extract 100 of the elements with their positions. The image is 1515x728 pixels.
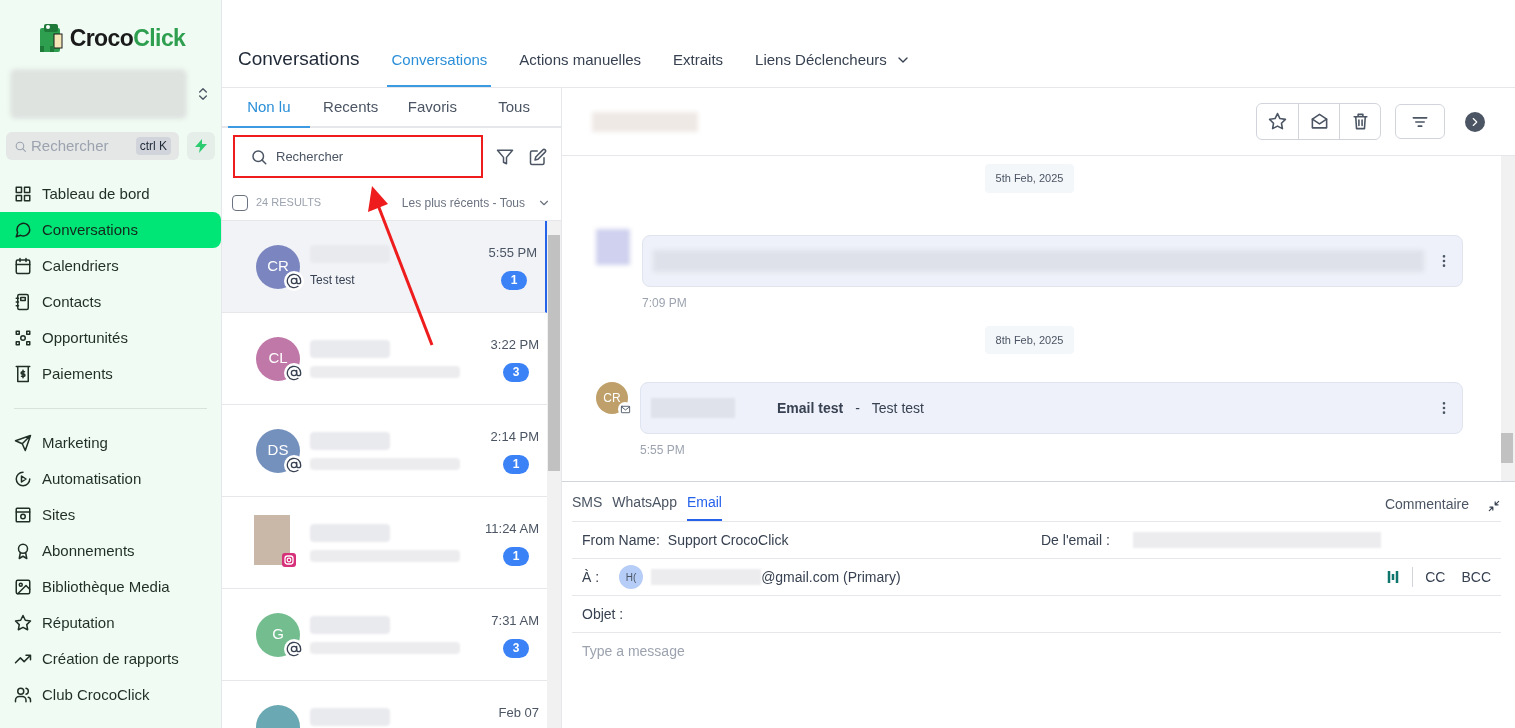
sidebar-item[interactable]: Club CrocoClick <box>0 677 221 713</box>
search-icon <box>250 147 268 166</box>
date-separator: 8th Feb, 2025 <box>984 325 1075 354</box>
scrollbar[interactable] <box>547 221 561 728</box>
message-time: 7:31 AM <box>491 612 539 630</box>
list-tab[interactable]: Recents <box>309 88 392 128</box>
sidebar-item[interactable]: Sites <box>0 497 221 533</box>
composer-tab[interactable]: WhatsApp <box>612 492 677 521</box>
unread-count: 1 <box>503 546 529 566</box>
message-input[interactable]: Type a message <box>572 641 1501 728</box>
image-icon <box>14 578 32 596</box>
unread-count: 3 <box>503 638 529 658</box>
list-tab[interactable]: Non lu <box>228 88 310 128</box>
shortcut-hint: ctrl K <box>135 137 171 155</box>
sidebar-item[interactable]: Opportunités <box>0 320 221 356</box>
email-subject: Email test <box>777 398 844 418</box>
sidebar-item[interactable]: Abonnements <box>0 533 221 569</box>
search-icon <box>14 139 27 153</box>
select-all-checkbox[interactable] <box>232 194 248 211</box>
page-title: Conversations <box>238 46 360 71</box>
sort-button[interactable] <box>1395 104 1445 139</box>
search-input[interactable]: Rechercher <box>31 134 132 158</box>
message-time: 2:14 PM <box>490 428 539 446</box>
field-label: From Name: <box>582 530 660 550</box>
paper-plane-icon <box>14 434 32 452</box>
notebook-icon <box>14 293 32 311</box>
message-time: 3:22 PM <box>490 336 539 354</box>
search-input[interactable]: Rechercher <box>276 146 466 167</box>
users-icon <box>14 686 32 704</box>
sidebar-item[interactable]: Tableau de bord <box>0 176 221 212</box>
header-tab[interactable]: Conversations <box>387 48 492 87</box>
photo-placeholder <box>254 514 290 565</box>
lightning-icon <box>195 139 207 153</box>
comment-tab[interactable]: Commentaire <box>1384 494 1469 521</box>
subject-separator: - <box>855 398 860 418</box>
cc-button[interactable]: CC <box>1425 566 1446 588</box>
nodes-icon <box>14 329 32 347</box>
message-time: 5:55 PM <box>640 442 686 459</box>
bars-icon <box>1386 569 1401 585</box>
from-name-value: Support CrocoClick <box>667 530 789 550</box>
star-icon <box>14 614 32 632</box>
avatar: CR <box>596 382 628 414</box>
message-time: 5:55 PM <box>488 244 537 262</box>
receipt-icon <box>14 365 32 383</box>
at-sign-icon <box>286 640 302 657</box>
photo-placeholder <box>596 228 630 265</box>
grid-icon <box>14 185 32 203</box>
message-time: 11:24 AM <box>485 520 539 538</box>
browser-window-icon <box>14 506 32 524</box>
composer-tab[interactable]: SMS <box>572 492 603 521</box>
message-preview: Test test <box>310 271 356 289</box>
sidebar-item[interactable]: Conversations <box>0 212 221 248</box>
date-separator: 5th Feb, 2025 <box>984 164 1075 193</box>
unread-count: 1 <box>503 454 529 474</box>
email-preview: Test test <box>871 398 925 418</box>
collapse-button[interactable] <box>1465 111 1485 132</box>
trash-icon <box>1350 112 1370 131</box>
funnel-icon <box>495 147 514 166</box>
chat-bubble-icon <box>14 221 32 239</box>
play-circle-icon <box>14 470 32 488</box>
calendar-icon <box>14 257 32 275</box>
sidebar-item[interactable]: Création de rapports <box>0 641 221 677</box>
pencil-square-icon <box>529 147 548 166</box>
logo-text: CrocoClick <box>69 23 186 53</box>
recipient-email[interactable]: @gmail.com (Primary) <box>761 566 1379 588</box>
sidebar-item[interactable]: Marketing <box>0 425 221 461</box>
conversation-row[interactable]: CR Test test 5:55 PM 1 <box>222 221 547 313</box>
header-tab[interactable]: Extraits <box>669 48 728 87</box>
sidebar-item[interactable]: Calendriers <box>0 248 221 284</box>
field-label: À : <box>582 567 600 587</box>
recipient-avatar: H( <box>619 565 644 589</box>
message-time: Feb 07 <box>498 704 539 722</box>
results-count: 24 RESULTS <box>256 195 323 211</box>
star-icon <box>1268 112 1287 131</box>
sidebar-item[interactable]: Bibliothèque Media <box>0 569 221 605</box>
message-time: 7:09 PM <box>642 294 688 312</box>
header-tab[interactable]: Liens Déclencheurs <box>751 48 915 87</box>
sidebar-item[interactable]: Réputation <box>0 605 221 641</box>
composer-tab[interactable]: Email <box>686 492 722 521</box>
at-sign-icon <box>286 272 302 289</box>
envelope-icon <box>619 403 631 415</box>
bcc-button[interactable]: BCC <box>1461 566 1491 588</box>
sort-dropdown[interactable]: Les plus récents - Tous <box>401 193 551 212</box>
field-label: Objet : <box>582 604 624 624</box>
unread-count: 3 <box>503 362 529 382</box>
sidebar-item[interactable]: Paiements <box>0 356 221 392</box>
sidebar-item[interactable]: Automatisation <box>0 461 221 497</box>
search-field[interactable]: Rechercher ctrl K <box>6 132 179 160</box>
message-bubble[interactable]: Email test - Test test <box>640 382 1463 434</box>
scrollbar[interactable] <box>1501 156 1515 481</box>
sidebar-item[interactable]: Contacts <box>0 284 221 320</box>
unread-count: 1 <box>501 270 527 290</box>
arrows-inward-icon <box>1487 499 1501 513</box>
list-tab[interactable]: Favoris <box>391 88 474 128</box>
list-tab[interactable]: Tous <box>473 88 555 128</box>
instagram-icon <box>282 552 296 567</box>
at-sign-icon <box>286 456 302 473</box>
header-tab[interactable]: Actions manuelles <box>515 48 646 87</box>
envelope-icon <box>1309 112 1329 131</box>
at-sign-icon <box>286 364 302 381</box>
